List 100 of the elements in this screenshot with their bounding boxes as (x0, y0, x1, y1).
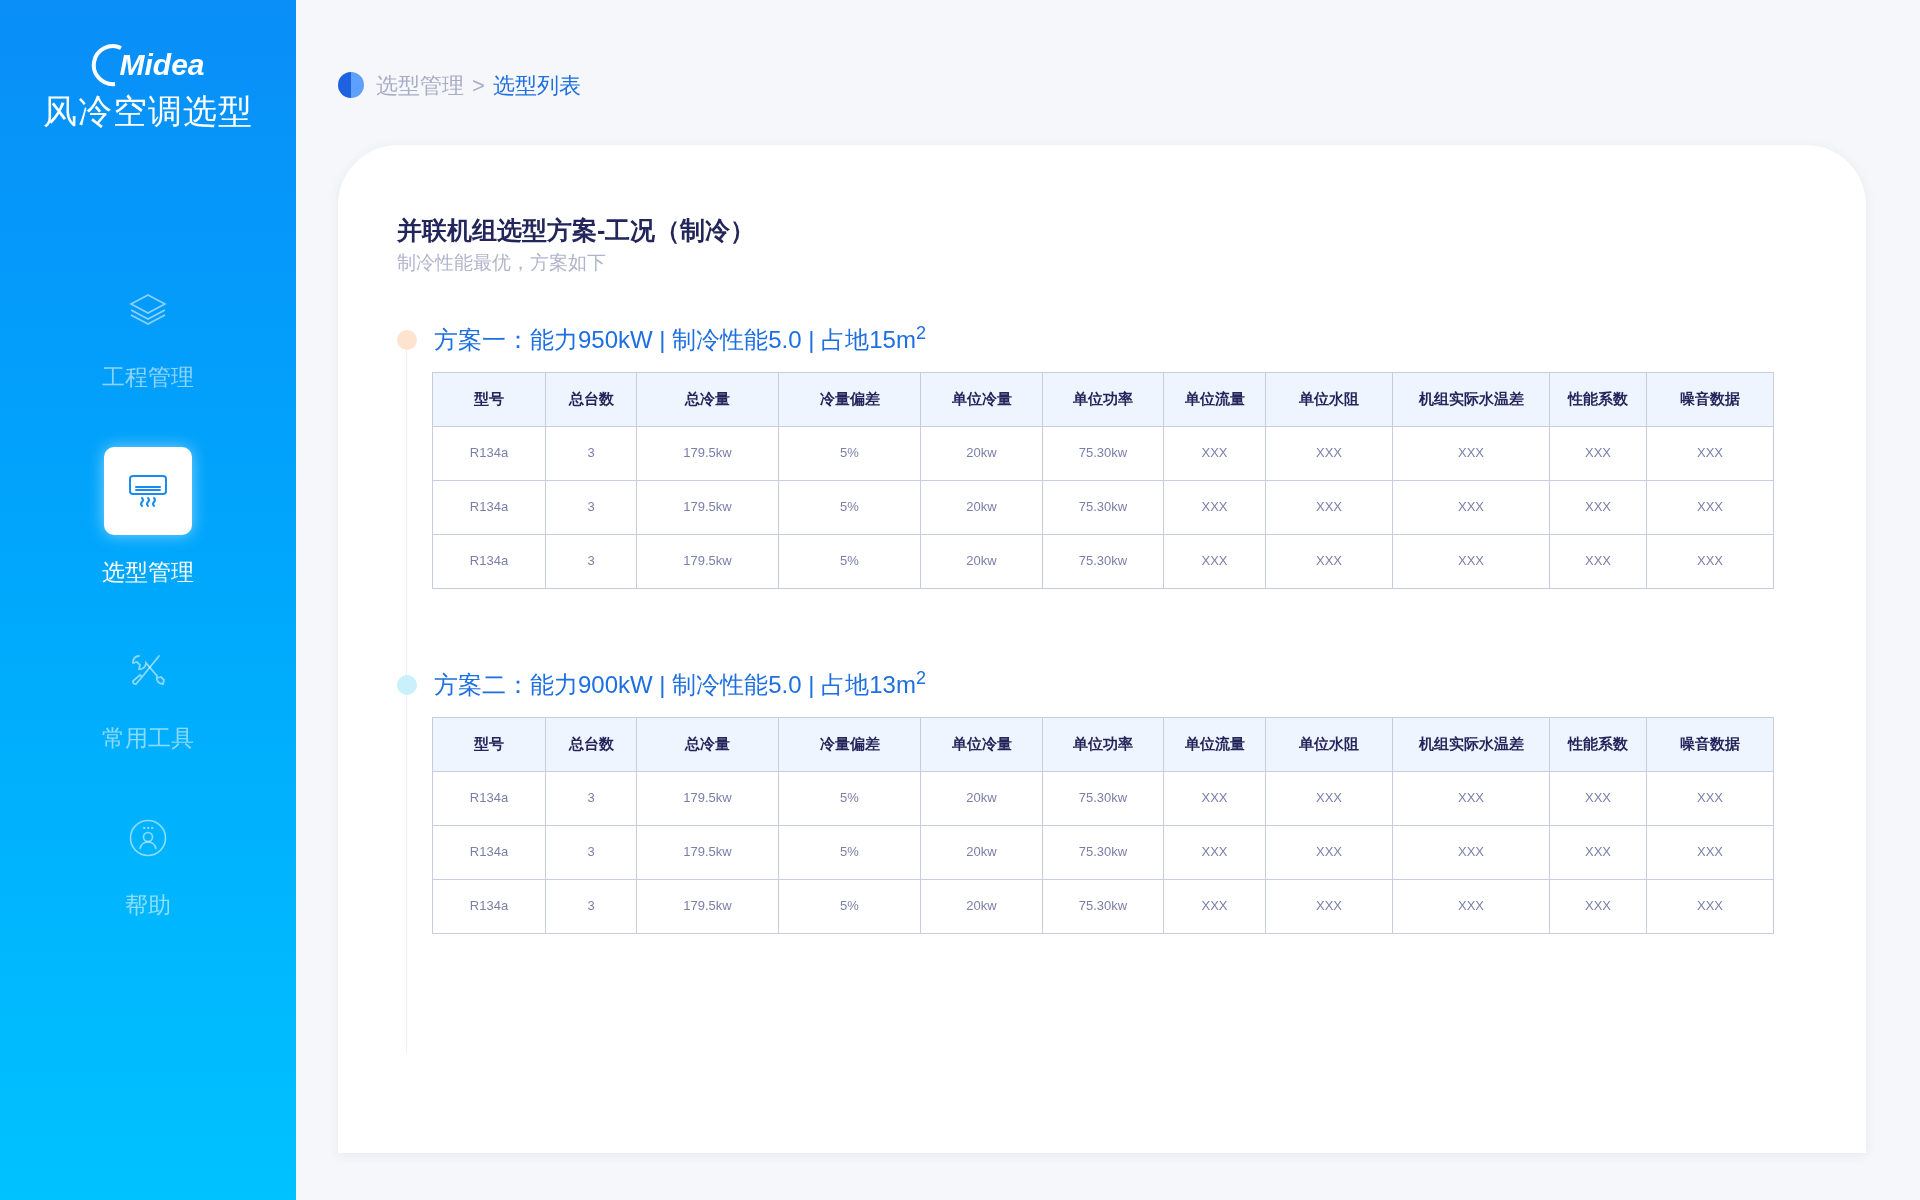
table-cell: 75.30kw (1042, 771, 1164, 825)
column-header: 单位水阻 (1265, 717, 1393, 771)
table-cell: XXX (1392, 534, 1550, 588)
breadcrumb-separator: > (472, 71, 485, 100)
table-cell: XXX (1265, 771, 1393, 825)
table-cell: XXX (1163, 771, 1266, 825)
column-header: 单位流量 (1163, 717, 1266, 771)
table-cell: XXX (1549, 426, 1647, 480)
column-header: 单位水阻 (1265, 372, 1393, 426)
table-cell: 3 (545, 480, 637, 534)
table-cell: XXX (1646, 426, 1774, 480)
table-cell: 3 (545, 534, 637, 588)
table-cell: XXX (1646, 480, 1774, 534)
table-cell: 5% (778, 426, 921, 480)
nav-label[interactable]: 常用工具 (102, 721, 194, 756)
column-header: 单位流量 (1163, 372, 1266, 426)
layers-icon (128, 292, 168, 328)
table-cell: 20kw (920, 426, 1043, 480)
table-cell: 179.5kw (636, 879, 779, 933)
table-cell: XXX (1265, 879, 1393, 933)
table-cell: 3 (545, 771, 637, 825)
table-cell: XXX (1163, 879, 1266, 933)
card-title: 并联机组选型方案-工况（制冷） (397, 215, 757, 245)
column-header: 单位冷量 (920, 717, 1043, 771)
table-cell: XXX (1392, 825, 1550, 879)
table-cell: 20kw (920, 771, 1043, 825)
table-cell: 75.30kw (1042, 825, 1164, 879)
table-cell: XXX (1549, 480, 1647, 534)
table-cell: XXX (1265, 534, 1393, 588)
table-cell: R134a (432, 480, 546, 534)
table-cell: XXX (1392, 426, 1550, 480)
table-cell: 5% (778, 879, 921, 933)
table-cell: 3 (545, 879, 637, 933)
table-cell: XXX (1163, 426, 1266, 480)
table-cell: 5% (778, 480, 921, 534)
table-cell: 75.30kw (1042, 879, 1164, 933)
table-cell: 75.30kw (1042, 534, 1164, 588)
plan-heading: 方案二：能力900kW | 制冷性能5.0 | 占地13m$^{2}$ (434, 666, 926, 700)
column-header: 性能系数 (1549, 717, 1647, 771)
table-cell: XXX (1646, 534, 1774, 588)
table-cell: XXX (1163, 825, 1266, 879)
table-cell: 75.30kw (1042, 480, 1164, 534)
table-cell: XXX (1549, 825, 1647, 879)
column-header: 冷量偏差 (778, 717, 921, 771)
table-cell: XXX (1392, 480, 1550, 534)
nav-label[interactable]: 选型管理 (102, 554, 194, 589)
air-conditioner-icon (128, 473, 168, 508)
table-cell: 5% (778, 771, 921, 825)
table-cell: XXX (1646, 879, 1774, 933)
table-cell: R134a (432, 534, 546, 588)
table-cell: 20kw (920, 825, 1043, 879)
table-cell: 5% (778, 825, 921, 879)
column-header: 单位冷量 (920, 372, 1043, 426)
table-cell: XXX (1392, 879, 1550, 933)
app-title: 风冷空调选型 (43, 94, 253, 128)
table-cell: XXX (1265, 480, 1393, 534)
table-cell: 20kw (920, 534, 1043, 588)
column-header: 机组实际水温差 (1392, 717, 1550, 771)
table-cell: 179.5kw (636, 825, 779, 879)
logo-text: Midea (119, 50, 205, 80)
table-cell: XXX (1549, 771, 1647, 825)
column-header: 型号 (432, 372, 546, 426)
table-cell: 179.5kw (636, 426, 779, 480)
table-cell: XXX (1646, 771, 1774, 825)
card-subtitle: 制冷性能最优，方案如下 (397, 251, 607, 275)
table-cell: R134a (432, 426, 546, 480)
table-cell: 75.30kw (1042, 426, 1164, 480)
column-header: 单位功率 (1042, 717, 1164, 771)
table-cell: 20kw (920, 480, 1043, 534)
table-cell: XXX (1549, 879, 1647, 933)
column-header: 性能系数 (1549, 372, 1647, 426)
table-cell: 3 (545, 825, 637, 879)
column-header: 单位功率 (1042, 372, 1164, 426)
column-header: 总台数 (545, 717, 637, 771)
user-circle-icon (129, 818, 167, 857)
column-header: 总冷量 (636, 717, 779, 771)
table-cell: XXX (1549, 534, 1647, 588)
nav-label[interactable]: 工程管理 (102, 360, 194, 395)
breadcrumb-item[interactable]: 选型列表 (492, 68, 581, 102)
table-cell: 179.5kw (636, 534, 779, 588)
table-cell: 179.5kw (636, 480, 779, 534)
table-cell: R134a (432, 879, 546, 933)
table-cell: 20kw (920, 879, 1043, 933)
nav-icon-tile[interactable] (104, 446, 192, 535)
table-cell: R134a (432, 771, 546, 825)
breadcrumb-item[interactable]: 选型管理 (376, 68, 464, 102)
table-cell: XXX (1265, 825, 1393, 879)
half-circle-icon (338, 70, 364, 100)
column-header: 噪音数据 (1646, 717, 1774, 771)
table-cell: XXX (1392, 771, 1550, 825)
column-header: 总冷量 (636, 372, 779, 426)
table-cell: 5% (778, 534, 921, 588)
table-cell: 3 (545, 426, 637, 480)
column-header: 型号 (432, 717, 546, 771)
table-cell: XXX (1646, 825, 1774, 879)
column-header: 噪音数据 (1646, 372, 1774, 426)
table-cell: 179.5kw (636, 771, 779, 825)
table-cell: XXX (1163, 534, 1266, 588)
column-header: 总台数 (545, 372, 637, 426)
nav-label[interactable]: 帮助 (125, 887, 171, 922)
